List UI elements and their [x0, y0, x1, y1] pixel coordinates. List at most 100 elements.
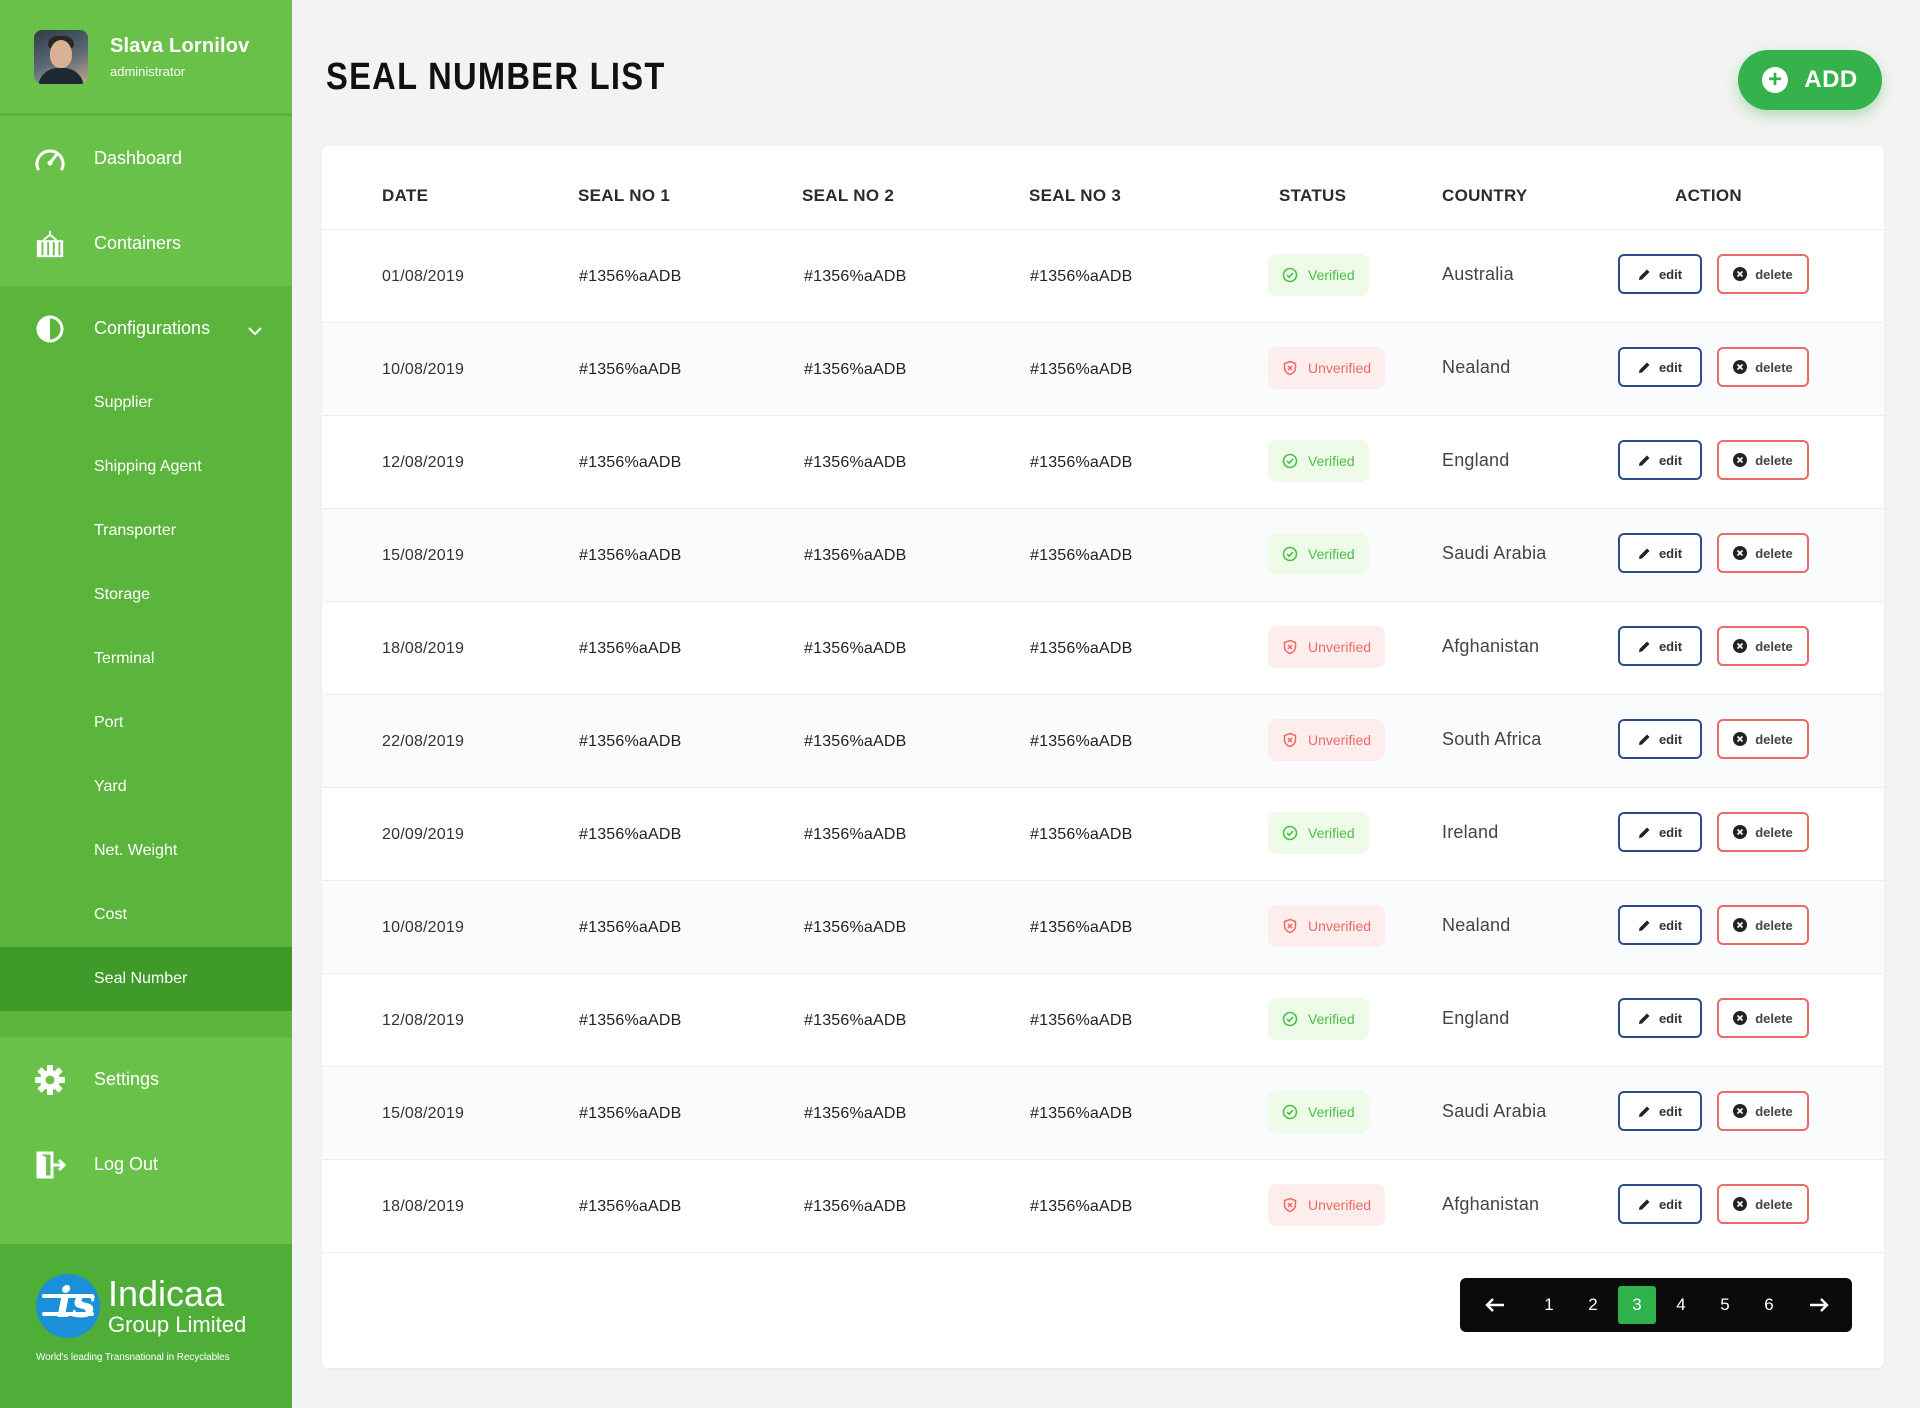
page-1-button[interactable]: 1 [1530, 1286, 1568, 1324]
page-2-button[interactable]: 2 [1574, 1286, 1612, 1324]
brand-sub: Group Limited [108, 1312, 247, 1337]
half-circle-icon [34, 313, 66, 345]
check-shield-icon [1282, 453, 1298, 469]
delete-button[interactable]: delete [1717, 347, 1809, 387]
edit-button[interactable]: edit [1618, 254, 1702, 294]
cell-date: 18/08/2019 [382, 1198, 465, 1215]
edit-button[interactable]: edit [1618, 812, 1702, 852]
delete-button[interactable]: delete [1717, 254, 1809, 294]
sidebar-item-storage[interactable]: Storage [0, 563, 292, 627]
status-text: Unverified [1308, 918, 1372, 934]
edit-button[interactable]: edit [1618, 626, 1702, 666]
nav-containers[interactable]: Containers [0, 201, 292, 286]
col-seal-3[interactable]: SEAL NO 3 [1029, 186, 1121, 206]
page-3-button[interactable]: 3 [1618, 1286, 1656, 1324]
sidebar-item-shipping-agent[interactable]: Shipping Agent [0, 435, 292, 499]
check-shield-icon [1282, 267, 1298, 283]
col-seal-2[interactable]: SEAL NO 2 [802, 186, 894, 206]
sidebar-item-cost[interactable]: Cost [0, 883, 292, 947]
nav-configurations[interactable]: Configurations [0, 286, 292, 371]
status-badge: Unverified [1268, 626, 1386, 668]
col-country[interactable]: COUNTRY [1442, 186, 1528, 206]
delete-button[interactable]: delete [1717, 719, 1809, 759]
col-seal-1[interactable]: SEAL NO 1 [578, 186, 670, 206]
col-date[interactable]: DATE [382, 186, 428, 206]
page-4-button[interactable]: 4 [1662, 1286, 1700, 1324]
cell-seal-1: #1356%aADB [579, 547, 682, 564]
x-shield-icon [1283, 360, 1297, 376]
table-body: 01/08/2019 #1356%aADB #1356%aADB #1356%aADB… [322, 230, 1884, 1253]
sidebar-item-terminal[interactable]: Terminal [0, 627, 292, 691]
page-6-button[interactable]: 6 [1750, 1286, 1788, 1324]
cell-seal-2: #1356%aADB [804, 826, 907, 843]
delete-button[interactable]: delete [1717, 1184, 1809, 1224]
next-page-button[interactable] [1800, 1286, 1838, 1324]
chevron-down-icon [248, 320, 262, 341]
sidebar-item-supplier[interactable]: Supplier [0, 371, 292, 435]
prev-page-button[interactable] [1476, 1286, 1514, 1324]
close-circle-icon [1733, 732, 1748, 746]
cell-country: Afghanistan [1442, 636, 1540, 656]
status-badge: Unverified [1268, 347, 1386, 389]
cell-date: 18/08/2019 [382, 640, 465, 657]
add-button[interactable]: + ADD [1738, 50, 1882, 110]
status-text: Unverified [1308, 639, 1372, 655]
cell-seal-1: #1356%aADB [579, 361, 682, 378]
edit-button[interactable]: edit [1618, 533, 1702, 573]
sidebar-item-yard[interactable]: Yard [0, 755, 292, 819]
arrow-right-icon [1810, 1298, 1829, 1312]
nav-logout[interactable]: Log Out [0, 1122, 292, 1207]
status-badge: Verified [1268, 533, 1369, 575]
edit-button[interactable]: edit [1618, 998, 1702, 1038]
cell-seal-1: #1356%aADB [579, 1105, 682, 1122]
logout-icon [34, 1149, 66, 1181]
cell-seal-1: #1356%aADB [579, 919, 682, 936]
pencil-icon [1638, 269, 1650, 280]
col-status[interactable]: STATUS [1279, 186, 1346, 206]
pencil-icon [1638, 1106, 1650, 1117]
delete-button[interactable]: delete [1717, 905, 1809, 945]
cell-country: England [1442, 1008, 1510, 1028]
nav-dashboard[interactable]: Dashboard [0, 116, 292, 201]
edit-button[interactable]: edit [1618, 905, 1702, 945]
cell-seal-3: #1356%aADB [1030, 640, 1133, 657]
page-title: SEAL NUMBER LIST [326, 56, 666, 98]
globe-logo-icon: is [36, 1274, 100, 1338]
edit-button[interactable]: edit [1618, 440, 1702, 480]
delete-button[interactable]: delete [1717, 533, 1809, 573]
nav-settings[interactable]: Settings [0, 1037, 292, 1122]
user-profile[interactable]: Slava Lornilov administrator [0, 0, 292, 116]
check-shield-icon [1282, 825, 1298, 841]
status-text: Unverified [1308, 360, 1372, 376]
cell-seal-2: #1356%aADB [804, 640, 907, 657]
sidebar-item-port[interactable]: Port [0, 691, 292, 755]
edit-button[interactable]: edit [1618, 719, 1702, 759]
avatar [34, 29, 88, 84]
delete-button[interactable]: delete [1717, 440, 1809, 480]
edit-button[interactable]: edit [1618, 347, 1702, 387]
delete-button[interactable]: delete [1717, 998, 1809, 1038]
sidebar-item-seal-number[interactable]: Seal Number [0, 947, 292, 1011]
cell-country: Saudi Arabia [1442, 543, 1547, 563]
check-shield-icon [1282, 1011, 1298, 1027]
edit-button[interactable]: edit [1618, 1091, 1702, 1131]
cell-seal-3: #1356%aADB [1030, 733, 1133, 750]
close-circle-icon [1733, 546, 1748, 560]
sidebar-item-net-weight[interactable]: Net. Weight [0, 819, 292, 883]
edit-button[interactable]: edit [1618, 1184, 1702, 1224]
delete-button[interactable]: delete [1717, 626, 1809, 666]
cell-seal-2: #1356%aADB [804, 1105, 907, 1122]
delete-button[interactable]: delete [1717, 812, 1809, 852]
table-row: 18/08/2019 #1356%aADB #1356%aADB #1356%aADB… [322, 602, 1884, 695]
x-shield-icon [1283, 639, 1297, 655]
table-row: 12/08/2019 #1356%aADB #1356%aADB #1356%aADB… [322, 974, 1884, 1067]
check-shield-icon [1282, 546, 1298, 562]
gear-icon [34, 1064, 66, 1096]
cell-seal-3: #1356%aADB [1030, 1198, 1133, 1215]
delete-button[interactable]: delete [1717, 1091, 1809, 1131]
cell-seal-3: #1356%aADB [1030, 1012, 1133, 1029]
cell-seal-3: #1356%aADB [1030, 454, 1133, 471]
page-5-button[interactable]: 5 [1706, 1286, 1744, 1324]
close-circle-icon [1733, 918, 1748, 932]
sidebar-item-transporter[interactable]: Transporter [0, 499, 292, 563]
